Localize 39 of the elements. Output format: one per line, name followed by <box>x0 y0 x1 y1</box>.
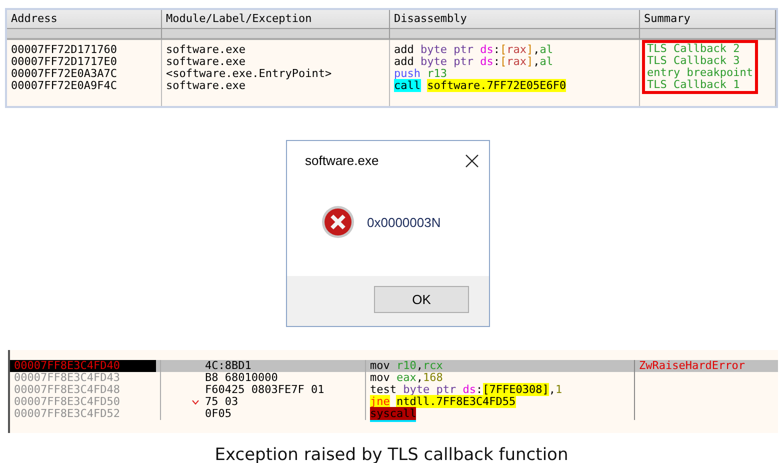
bytes-cell: 75 03 <box>205 396 238 408</box>
bytes-cell: B8 68010000 <box>205 372 278 384</box>
module-cell-text: software.exe <box>166 80 246 92</box>
column-header[interactable]: Summary <box>640 10 776 40</box>
address-cell-text: 00007FF8E3C4FD48 <box>13 384 121 396</box>
address-cell-text: 00007FF72D171760 <box>11 44 118 56</box>
summary-cell: entry breakpoint <box>647 67 753 79</box>
bytes-cell: 0F05 <box>205 408 232 420</box>
address-cell-text: 00007FF8E3C4FD43 <box>13 372 121 384</box>
disassembly-cell-text: add byte ptr ds:[rax],al <box>394 56 554 68</box>
address-cell-text: 00007FF72D1717E0 <box>11 56 118 68</box>
address-cell: 00007FF8E3C4FD40 <box>10 360 156 372</box>
disassembly-cell: jne ntdll.7FF8E3C4FD55 <box>365 396 634 408</box>
address-cell-text: 00007FF72E0A3A7C <box>11 68 118 80</box>
column-header[interactable]: Disassembly <box>390 10 640 40</box>
close-icon[interactable] <box>465 154 479 168</box>
disassembly-cell-text: add byte ptr ds:[rax],al <box>394 44 554 56</box>
column-header[interactable]: Module/Label/Exception <box>162 10 390 40</box>
disassembly-cell: syscall <box>365 408 634 420</box>
error-icon <box>321 205 355 239</box>
summary-cell-text: TLS Callback 2 <box>647 43 741 55</box>
summary-cell-text: TLS Callback 1 <box>647 79 740 91</box>
disassembly-cell-text: call software.7FF72E05E6F0 <box>394 80 568 92</box>
dialog-title: software.exe <box>305 153 379 168</box>
module-cell-text: software.exe <box>166 56 246 68</box>
bytes-cell: F60425 0803FE7F 01 <box>205 384 324 396</box>
error-message: 0x0000003N <box>367 214 441 230</box>
ok-button[interactable]: OK <box>374 286 469 312</box>
column-header[interactable]: Address <box>7 10 162 40</box>
module-cell-text: <software.exe.EntryPoint> <box>166 68 333 80</box>
disassembly-cell: mov r10,rcx <box>365 360 634 372</box>
address-cell-text: 00007FF72E0A9F4C <box>11 80 118 92</box>
bytes-cell: 4C:8BD1 <box>205 360 252 372</box>
disassembly-cell-text: push r13 <box>394 68 448 80</box>
module-cell-text: software.exe <box>166 44 246 56</box>
comment-cell: ZwRaiseHardError <box>639 359 745 372</box>
address-cell-text: 00007FF8E3C4FD52 <box>13 408 121 420</box>
address-cell-text: 00007FF8E3C4FD50 <box>13 396 121 408</box>
summary-cell-text: TLS Callback 3 <box>647 55 741 67</box>
